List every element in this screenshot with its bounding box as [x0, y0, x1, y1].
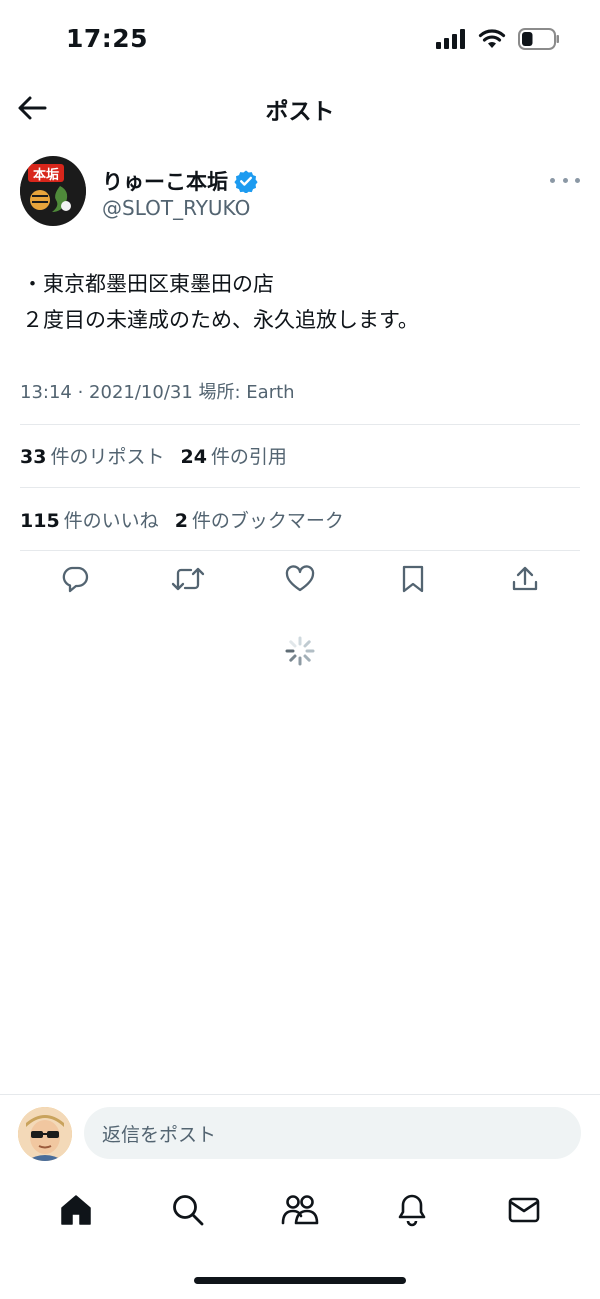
reply-icon [62, 566, 89, 593]
bookmarks-count: 2 [174, 510, 188, 532]
tab-search[interactable] [166, 1188, 210, 1232]
user-avatar-image [18, 1107, 72, 1161]
tab-messages[interactable] [502, 1188, 546, 1232]
loading-spinner-icon [285, 636, 315, 666]
reposts-count: 33 [20, 446, 47, 468]
status-icons [436, 28, 560, 50]
bookmarks-label: 件のブックマーク [191, 510, 344, 532]
likes-label: 件のいいね [63, 510, 159, 532]
reply-bar: 返信をポスト [0, 1094, 600, 1170]
cellular-signal-icon [436, 29, 465, 49]
post-author: 本垢 りゅーこ本垢 @SLOT_RYUKO [20, 156, 580, 230]
author-name-row: りゅーこ本垢 [102, 166, 258, 196]
reply-button[interactable] [58, 562, 92, 596]
like-button[interactable] [283, 562, 317, 596]
stats-row-likes: 115 件のいいね 2 件のブックマーク [20, 506, 344, 533]
messages-icon [508, 1197, 540, 1223]
reposts-stat[interactable]: 33 件のリポスト [20, 442, 164, 469]
share-button[interactable] [508, 562, 542, 596]
search-icon [173, 1195, 204, 1226]
top-nav: ポスト [0, 80, 600, 136]
share-icon [512, 566, 538, 591]
post-timestamp: 13:14 · 2021/10/31 場所: Earth [20, 382, 295, 403]
wifi-icon [478, 29, 506, 48]
verified-badge-icon [234, 170, 258, 193]
quotes-stat[interactable]: 24 件の引用 [180, 442, 286, 469]
repost-icon [171, 567, 204, 591]
avatar-image: 本垢 [20, 158, 86, 224]
tab-home[interactable] [54, 1188, 98, 1232]
quotes-label: 件の引用 [210, 446, 287, 468]
author-name[interactable]: りゅーこ本垢 [102, 166, 228, 196]
tab-notifications[interactable] [390, 1188, 434, 1232]
bookmark-icon [402, 565, 423, 593]
likes-count: 115 [20, 510, 60, 532]
bookmarks-stat[interactable]: 2 件のブックマーク [175, 506, 344, 533]
battery-icon [518, 28, 559, 50]
divider [20, 487, 580, 488]
divider [20, 424, 580, 425]
status-time: 17:25 [66, 24, 149, 53]
post-line: ２度目の未達成のため、永久追放します。 [22, 308, 419, 332]
reply-input[interactable]: 返信をポスト [84, 1107, 581, 1159]
stats-row-reposts: 33 件のリポスト 24 件の引用 [20, 442, 287, 469]
more-dot-icon [575, 177, 580, 183]
avatar-text: 本垢 [33, 167, 59, 183]
more-options-button[interactable] [550, 170, 580, 190]
author-avatar[interactable]: 本垢 [20, 156, 86, 226]
post-detail-screen: 17:25 ポスト 本垢 りゅーこ本垢 @SLOT_RYUKO ・東京都墨田区東… [0, 0, 600, 1299]
bottom-tab-bar [0, 1180, 600, 1240]
post-actions [20, 562, 580, 608]
notifications-icon [398, 1194, 426, 1227]
likes-stat[interactable]: 115 件のいいね [20, 506, 159, 533]
post-line: ・東京都墨田区東墨田の店 [22, 272, 274, 296]
more-dot-icon [562, 177, 568, 183]
page-title: ポスト [265, 99, 335, 125]
repost-button[interactable] [171, 562, 205, 596]
tab-communities[interactable] [278, 1188, 322, 1232]
quotes-count: 24 [180, 446, 207, 468]
like-icon [285, 565, 315, 592]
author-handle[interactable]: @SLOT_RYUKO [102, 196, 250, 220]
more-dot-icon [550, 177, 555, 183]
divider [20, 550, 580, 551]
post-text: ・東京都墨田区東墨田の店 ２度目の未達成のため、永久追放します。 [22, 266, 578, 338]
communities-icon [281, 1195, 319, 1225]
reposts-label: 件のリポスト [50, 446, 165, 468]
home-indicator [194, 1277, 406, 1284]
status-bar: 17:25 [0, 0, 600, 80]
bookmark-button[interactable] [396, 562, 430, 596]
home-icon [61, 1195, 91, 1225]
current-user-avatar[interactable] [18, 1107, 72, 1161]
